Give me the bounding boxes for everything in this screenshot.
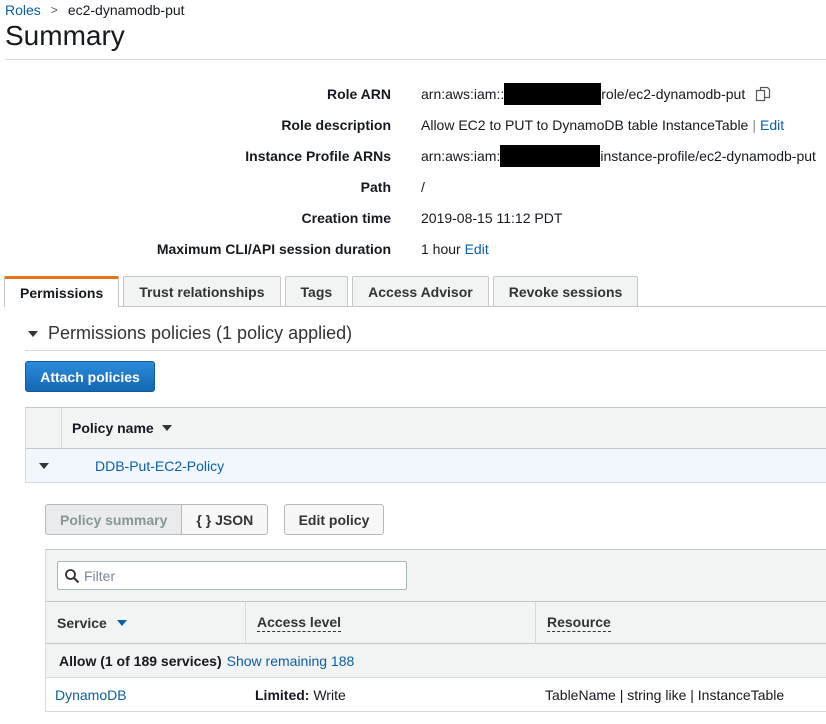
search-icon: [65, 568, 80, 583]
access-level-column-header[interactable]: Access level: [246, 602, 536, 643]
resource-column-header[interactable]: Resource: [536, 602, 826, 643]
breadcrumb: Roles > ec2-dynamodb-put: [5, 2, 185, 18]
title-divider: [5, 59, 826, 60]
access-level-value: Write: [313, 686, 346, 703]
filter-input[interactable]: [84, 567, 384, 584]
breadcrumb-current: ec2-dynamodb-put: [67, 2, 185, 18]
role-tabs: Permissions Trust relationships Tags Acc…: [4, 276, 826, 307]
resource-header-label: Resource: [547, 613, 611, 632]
role-arn-prefix: arn:aws:iam::: [421, 85, 505, 102]
policies-table-header: Policy name: [26, 407, 826, 449]
tab-access-advisor[interactable]: Access Advisor: [352, 276, 489, 307]
chevron-down-icon: [39, 462, 49, 469]
role-arn-label: Role ARN: [326, 85, 391, 102]
policy-summary-table: Service Access level Resource Allow (1 o…: [45, 549, 826, 712]
policy-name-header-label: Policy name: [72, 420, 154, 436]
creation-time-value: 2019-08-15 11:12 PDT: [421, 209, 563, 226]
attach-policies-button[interactable]: Attach policies: [25, 361, 155, 392]
policy-name-link[interactable]: DDB-Put-EC2-Policy: [95, 458, 224, 474]
tab-permissions[interactable]: Permissions: [4, 276, 120, 307]
summary-row-path: Path /: [0, 171, 826, 202]
permissions-policies-title: Permissions policies (1 policy applied): [48, 323, 353, 343]
summary-row-max-session: Maximum CLI/API session duration 1 hour …: [0, 233, 826, 264]
tab-trust-relationships[interactable]: Trust relationships: [123, 276, 281, 307]
path-value: /: [421, 178, 425, 195]
row-expand-toggle[interactable]: [26, 462, 62, 469]
breadcrumb-separator-icon: >: [50, 3, 58, 17]
separator-pipe: |: [752, 116, 756, 133]
json-button[interactable]: { } JSON: [182, 504, 269, 535]
filter-bar: [46, 549, 826, 601]
edit-session-duration-link[interactable]: Edit: [465, 241, 489, 257]
section-divider: [25, 350, 826, 351]
service-header-label: Service: [57, 614, 107, 631]
instance-profile-label: Instance Profile ARNs: [245, 147, 391, 164]
creation-time-label: Creation time: [301, 209, 391, 226]
access-level-header-label: Access level: [257, 613, 342, 632]
breadcrumb-roles-link[interactable]: Roles: [5, 2, 41, 18]
policy-detail-panel: Policy summary { } JSON Edit policy Serv…: [26, 484, 826, 724]
service-cell: DynamoDB: [46, 687, 246, 703]
page-title: Summary: [5, 20, 125, 51]
role-description-value: Allow EC2 to PUT to DynamoDB table Insta…: [421, 117, 784, 133]
role-description-text: Allow EC2 to PUT to DynamoDB table Insta…: [421, 116, 749, 133]
sort-caret-icon: [161, 425, 172, 431]
max-session-label: Maximum CLI/API session duration: [156, 240, 391, 257]
policy-view-toggle: Policy summary { } JSON: [45, 504, 269, 535]
instance-profile-value: arn:aws:iam: instance-profile/ec2-dynamo…: [421, 144, 816, 167]
path-label: Path: [360, 178, 391, 195]
access-level-bold: Limited:: [255, 686, 310, 703]
summary-table-header: Service Access level Resource: [46, 601, 826, 644]
active-tab-gap: [5, 305, 118, 308]
access-level-cell: Limited: Write: [246, 687, 536, 703]
policy-name-column-header[interactable]: Policy name: [62, 420, 172, 436]
policies-table: Policy name DDB-Put-EC2-Policy: [25, 407, 826, 483]
instance-profile-suffix: instance-profile/ec2-dynamodb-put: [600, 147, 816, 164]
expander-column-header: [26, 408, 62, 448]
summary-row-role-arn: Role ARN arn:aws:iam:: role/ec2-dynamodb…: [0, 78, 826, 109]
role-description-label: Role description: [281, 116, 391, 133]
allow-count-label: Allow (1 of 189 services): [59, 652, 222, 669]
edit-policy-button[interactable]: Edit policy: [284, 504, 384, 535]
permissions-policies-header[interactable]: Permissions policies (1 policy applied): [28, 323, 352, 344]
summary-row-instance-profile: Instance Profile ARNs arn:aws:iam: insta…: [0, 140, 826, 171]
tab-revoke-sessions[interactable]: Revoke sessions: [492, 276, 639, 307]
role-arn-suffix: role/ec2-dynamodb-put: [601, 85, 746, 102]
copy-icon[interactable]: [755, 86, 771, 102]
service-column-header[interactable]: Service: [46, 602, 246, 643]
summary-row-creation-time: Creation time 2019-08-15 11:12 PDT: [0, 202, 826, 233]
tabs-divider: [4, 306, 826, 307]
edit-description-link[interactable]: Edit: [760, 117, 784, 133]
resource-cell: TableName | string like | InstanceTable: [545, 686, 785, 703]
show-remaining-link[interactable]: Show remaining 188: [227, 653, 355, 669]
redacted-account-id: [500, 144, 601, 167]
service-link[interactable]: DynamoDB: [55, 687, 127, 703]
max-session-value: 1 hour Edit: [421, 241, 489, 257]
summary-row-role-description: Role description Allow EC2 to PUT to Dyn…: [0, 109, 826, 140]
policy-summary-button[interactable]: Policy summary: [45, 504, 183, 535]
redacted-account-id: [504, 82, 602, 105]
sort-caret-icon: [116, 619, 127, 626]
role-summary: Role ARN arn:aws:iam:: role/ec2-dynamodb…: [0, 78, 826, 264]
allow-group-row: Allow (1 of 189 services) Show remaining…: [46, 644, 826, 678]
table-row: DDB-Put-EC2-Policy: [26, 449, 826, 483]
role-arn-value: arn:aws:iam:: role/ec2-dynamodb-put: [421, 82, 771, 105]
filter-field[interactable]: [57, 561, 407, 590]
instance-profile-prefix: arn:aws:iam:: [421, 147, 501, 164]
max-session-text: 1 hour: [421, 240, 461, 257]
tab-tags[interactable]: Tags: [284, 276, 349, 307]
collapse-caret-icon: [28, 330, 38, 337]
table-row: DynamoDB Limited: Write TableName | stri…: [46, 678, 826, 712]
